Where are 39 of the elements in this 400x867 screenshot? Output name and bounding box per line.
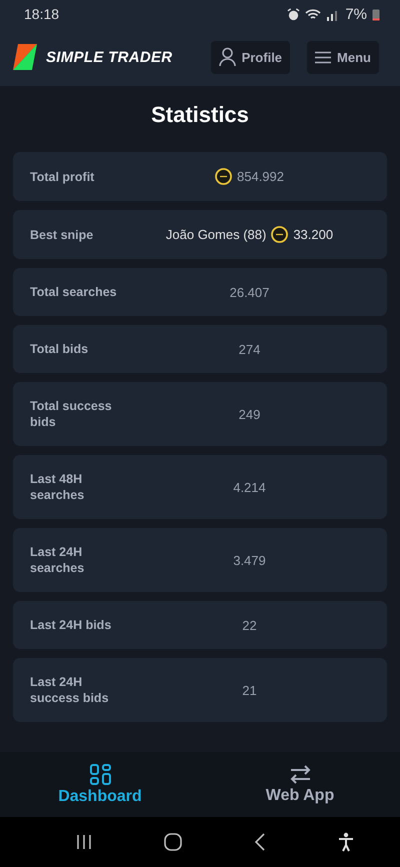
nav-tab[interactable]: Dashboard bbox=[0, 752, 200, 817]
alarm-icon bbox=[287, 8, 300, 20]
menu-icon bbox=[315, 50, 332, 64]
home-icon[interactable] bbox=[164, 833, 182, 851]
brand-name: SIMPLE TRADER bbox=[46, 48, 172, 66]
profile-button[interactable]: Profile bbox=[210, 40, 290, 74]
menu-button[interactable]: Menu bbox=[307, 40, 379, 74]
stat-label: Total bids bbox=[30, 341, 90, 357]
stat-value: 21 bbox=[242, 682, 257, 698]
player-name: João Gomes (88) bbox=[166, 227, 266, 242]
status-time: 18:18 bbox=[24, 6, 60, 22]
battery-icon bbox=[372, 8, 380, 20]
stat-value: 33.200 bbox=[293, 227, 334, 242]
stat-label: Last 48H searches bbox=[30, 471, 86, 503]
stat-label: Total searches bbox=[30, 284, 118, 300]
stat-value: 22 bbox=[242, 618, 257, 632]
stat-label: Best snipe bbox=[30, 226, 94, 242]
accessibility-icon[interactable] bbox=[338, 832, 354, 852]
recents-icon[interactable] bbox=[76, 834, 92, 850]
stat-label: Last 24H bids bbox=[30, 617, 112, 633]
battery-percent: 7% bbox=[345, 6, 367, 22]
stat-value: 854.992 bbox=[237, 169, 284, 184]
back-icon[interactable] bbox=[254, 833, 266, 851]
stat-value: 274 bbox=[238, 342, 260, 356]
page-title: Statistics bbox=[150, 102, 250, 128]
stat-value: 3.479 bbox=[233, 552, 266, 568]
stat-label: Total profit bbox=[30, 168, 96, 184]
swap-arrows-icon bbox=[290, 764, 310, 784]
logo-icon bbox=[12, 42, 38, 72]
user-icon bbox=[218, 47, 236, 67]
stat-value: 4.214 bbox=[233, 480, 266, 494]
wifi-icon bbox=[305, 8, 322, 20]
stat-value: 26.407 bbox=[230, 284, 270, 300]
stat-label: Last 24H searches bbox=[30, 544, 86, 576]
stat-label: Total success bids bbox=[30, 398, 113, 430]
stat-label: Last 24H success bids bbox=[30, 674, 110, 706]
stat-value: 249 bbox=[238, 406, 260, 422]
grid-icon bbox=[90, 764, 110, 784]
nav-tab[interactable]: Web App bbox=[200, 752, 400, 817]
